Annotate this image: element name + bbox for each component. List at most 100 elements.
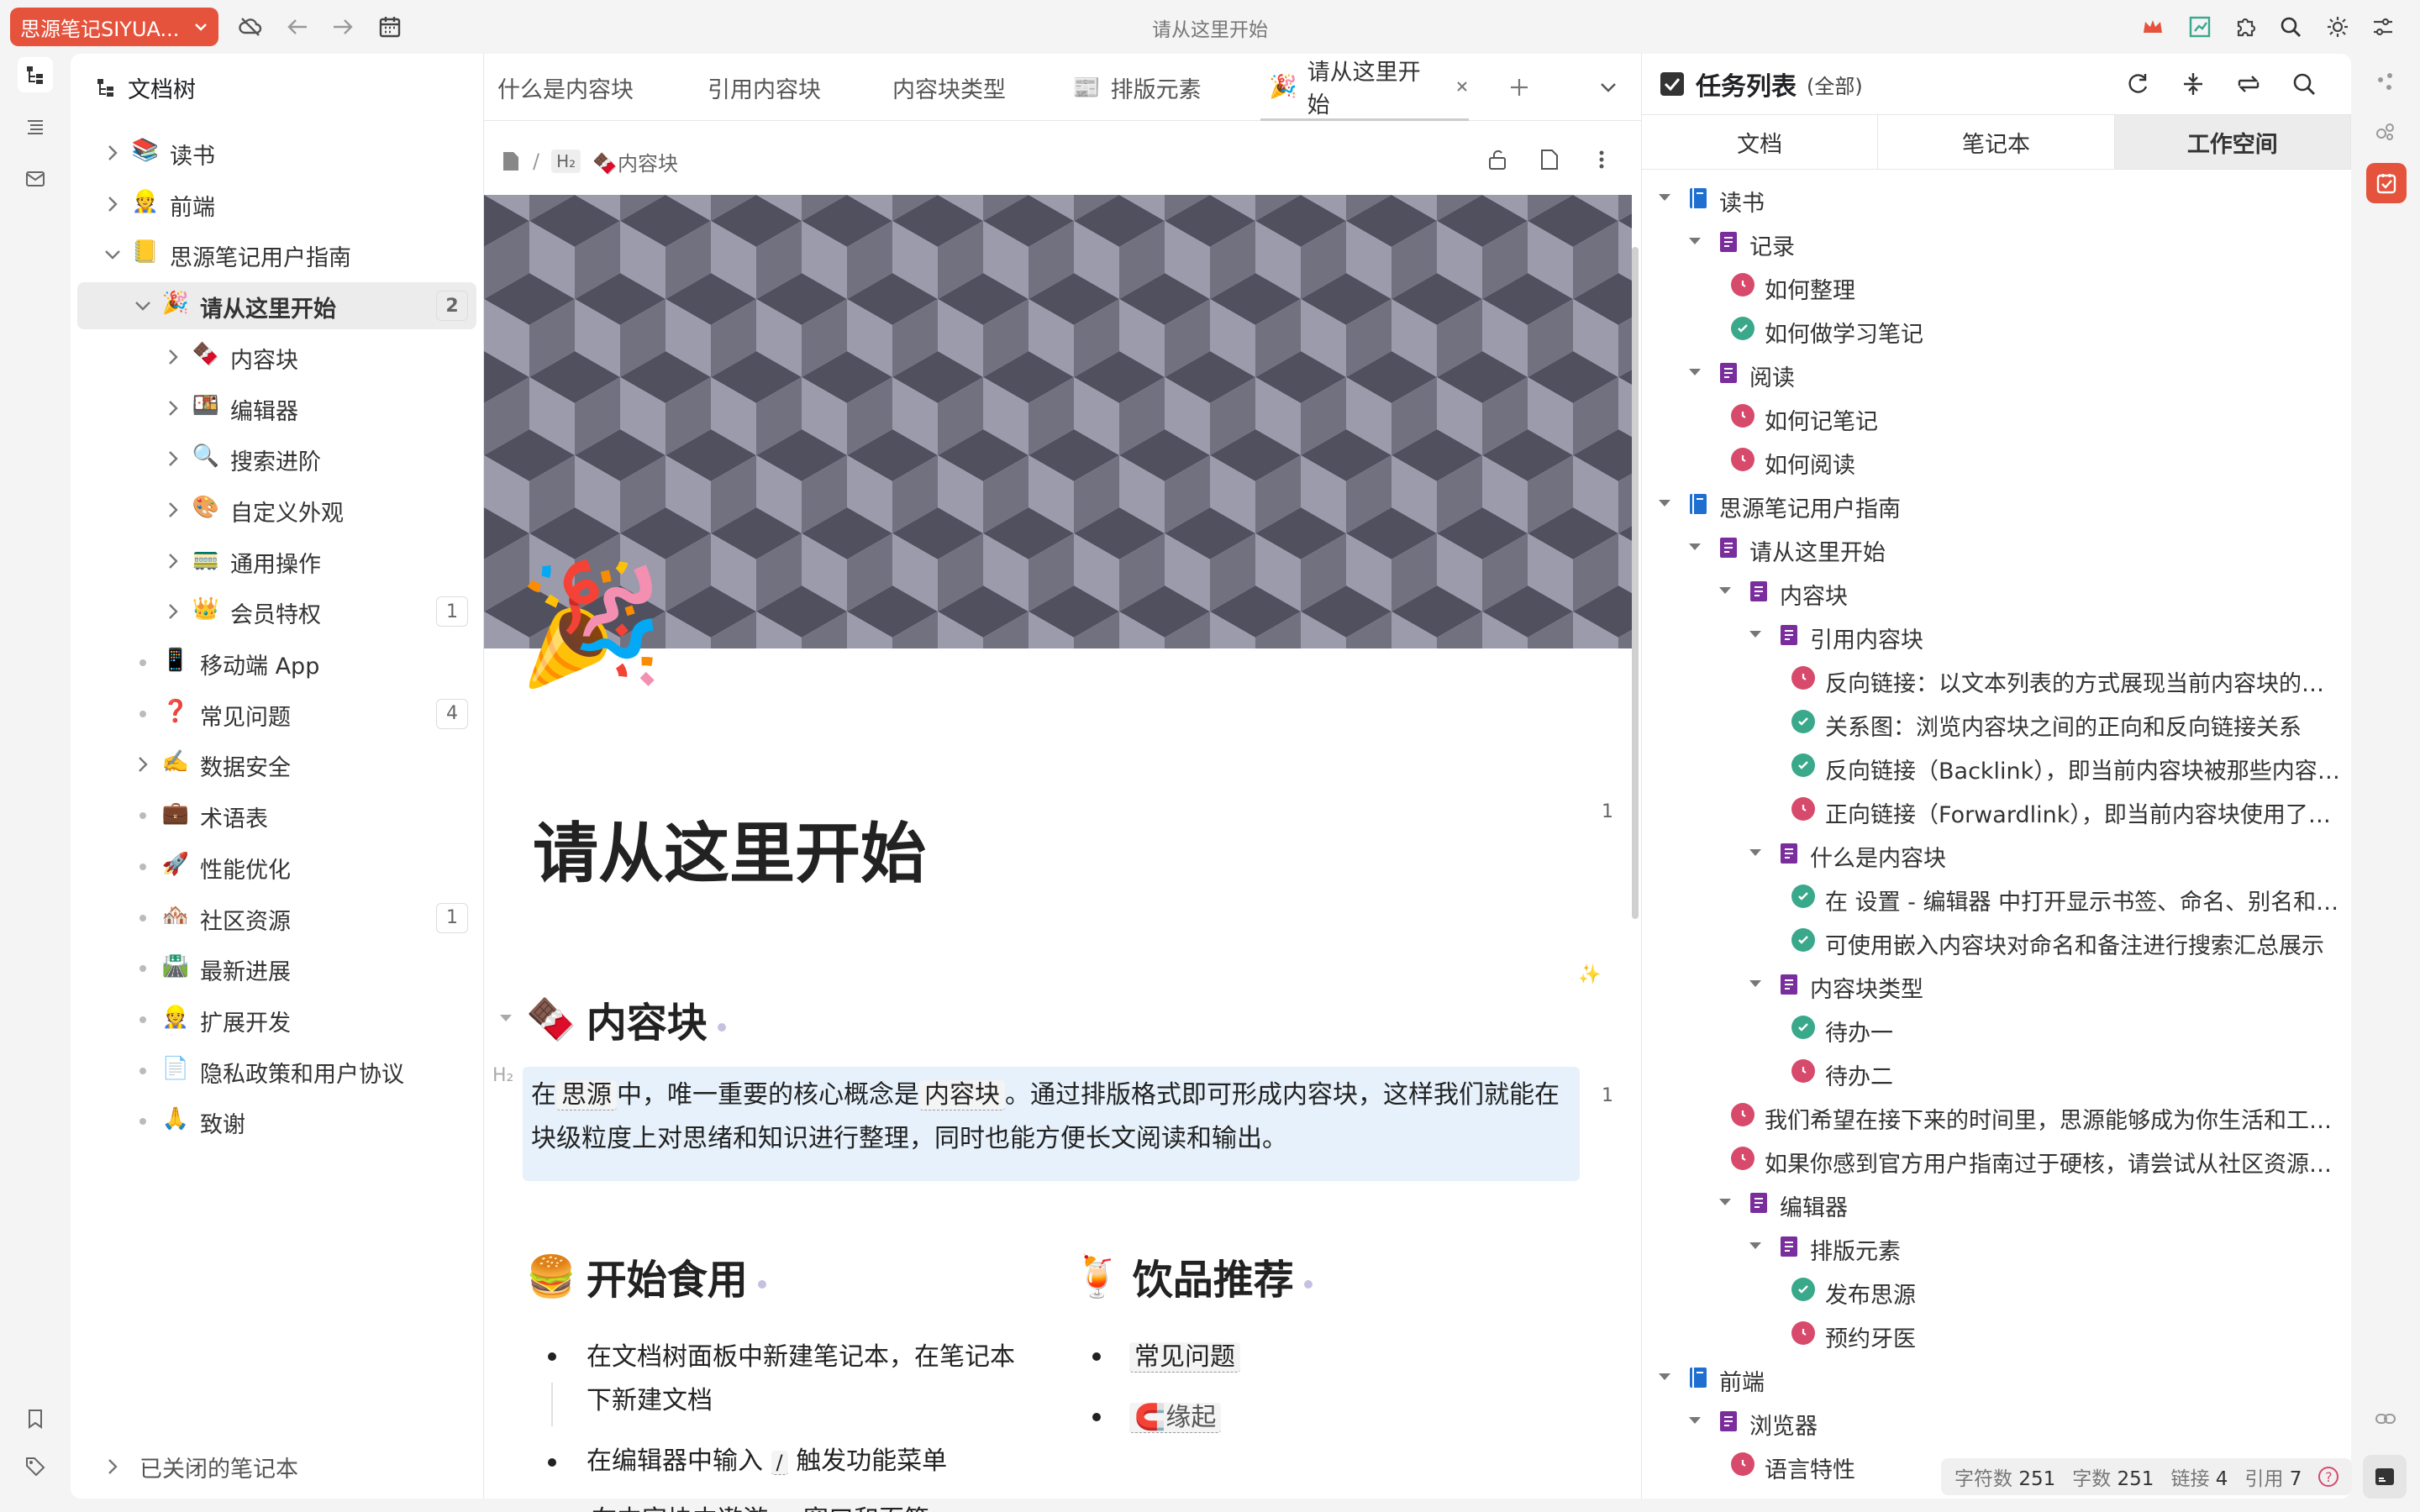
task-row[interactable]: 发布思源 [1642, 1268, 2348, 1312]
task-row[interactable]: 可使用嵌入内容块对命名和备注进行搜索汇总展示 [1642, 919, 2348, 963]
chevron-down-icon[interactable] [1746, 974, 1765, 993]
chevron-down-icon[interactable] [1686, 538, 1704, 556]
ref-siyuan[interactable]: 思源 [556, 1080, 617, 1110]
tree-item[interactable]: 👷 扩展开发 [77, 996, 476, 1043]
tab-notebook[interactable]: 笔记本 [1878, 115, 2115, 169]
chevron-down-icon[interactable] [1746, 1236, 1765, 1255]
doc-title[interactable]: 请从这里开始 [533, 801, 926, 895]
tab-ref-block[interactable]: 引用内容块 [708, 54, 821, 121]
task-row[interactable]: 编辑器 [1642, 1181, 2348, 1225]
chevron-down-icon[interactable] [103, 244, 123, 265]
tree-item[interactable]: 🚀 性能优化 [77, 843, 476, 890]
forward-arrow-icon[interactable] [328, 12, 358, 42]
tree-item[interactable]: 🎨 自定义外观 [77, 486, 476, 533]
chevron-right-icon[interactable] [163, 500, 183, 520]
task-row[interactable]: 浏览器 [1642, 1399, 2348, 1443]
heading-drinks[interactable]: 🍹 饮品推荐 [1072, 1247, 1313, 1305]
chevron-right-icon[interactable] [103, 143, 123, 163]
tree-item[interactable]: 🔍 搜索进阶 [77, 435, 476, 482]
task-row[interactable]: 我们希望在接下来的时间里，思源能够成为你生活和工作中的好帮手 [1642, 1094, 2348, 1137]
tab-start-here[interactable]: 🎉 请从这里开始 [1260, 54, 1469, 121]
tree-item[interactable]: 📱 移动端 App [77, 639, 476, 686]
more-vertical-icon[interactable] [1585, 143, 1618, 176]
unlock-icon[interactable] [1481, 143, 1514, 176]
chevron-down-icon[interactable] [1746, 625, 1765, 643]
task-row[interactable]: 反向链接：以文本列表的方式展现当前内容块的反向链接关系 [1642, 657, 2348, 701]
tree-item[interactable]: 🚃 通用操作 [77, 538, 476, 585]
ref-count-badge[interactable]: 1 [436, 596, 468, 627]
sparkle-icon[interactable]: ✨ [1578, 964, 1601, 985]
calendar-icon[interactable] [375, 12, 405, 42]
chevron-down-icon[interactable] [1593, 72, 1623, 102]
list-item[interactable]: 🧲缘起 [1129, 1396, 1222, 1440]
chevron-right-icon[interactable] [133, 754, 153, 774]
fold-arrow-icon[interactable] [496, 1008, 516, 1028]
graph-dots-icon[interactable] [2368, 64, 2403, 99]
task-row[interactable]: 如何整理 [1642, 264, 2348, 307]
list-item[interactable]: 在编辑器中输入 / 触发功能菜单 [587, 1440, 947, 1484]
task-row[interactable]: 关系图：浏览内容块之间的正向和反向链接关系 [1642, 701, 2348, 744]
crown-icon[interactable] [2138, 12, 2168, 42]
task-row[interactable]: 正向链接（Forwardlink），即当前内容块使用了哪些引用 [1642, 788, 2348, 832]
chevron-down-icon[interactable] [1655, 188, 1674, 207]
refresh-icon[interactable] [2121, 67, 2154, 101]
chart-grid-icon[interactable] [2185, 12, 2215, 42]
chevron-right-icon[interactable] [163, 601, 183, 622]
tree-item[interactable]: 👷 前端 [77, 181, 476, 228]
task-row[interactable]: 前端 [1642, 1356, 2348, 1399]
task-row[interactable]: 反向链接（Backlink），即当前内容块被那些内容块引用 [1642, 744, 2348, 788]
chevron-down-icon[interactable] [1686, 363, 1704, 381]
heading-content-block[interactable]: 🍫 内容块 [526, 990, 726, 1048]
search-icon[interactable] [2287, 67, 2321, 101]
tag-icon[interactable] [18, 1448, 53, 1483]
tree-item[interactable]: ✍️ 数据安全 [77, 741, 476, 788]
link-icon[interactable] [2368, 1401, 2403, 1436]
tree-item[interactable]: 📚 读书 [77, 129, 476, 176]
task-row[interactable]: 待办一 [1642, 1006, 2348, 1050]
tree-item[interactable]: ❓ 常见问题 4 [77, 690, 476, 738]
back-arrow-icon[interactable] [282, 12, 313, 42]
list-item[interactable]: 在内容块中遨游、窗口和页签 [587, 1499, 934, 1512]
ref-content-block[interactable]: 内容块 [919, 1080, 1005, 1110]
task-row[interactable]: 请从这里开始 [1642, 526, 2348, 570]
task-row[interactable]: 引用内容块 [1642, 613, 2348, 657]
tree-item[interactable]: 📄 隐私政策和用户协议 [77, 1047, 476, 1095]
task-row[interactable]: 读书 [1642, 176, 2348, 220]
swap-icon[interactable] [2232, 67, 2265, 101]
chevron-down-icon[interactable] [1716, 1193, 1734, 1211]
tab-what-is-block[interactable]: 什么是内容块 [497, 54, 634, 121]
tree-item[interactable]: 🍱 编辑器 [77, 385, 476, 432]
task-row[interactable]: 如果你感到官方用户指南过于硬核，请尝试从社区资源中寻找 [1642, 1137, 2348, 1181]
task-row[interactable]: 记录 [1642, 220, 2348, 264]
chevron-down-icon[interactable] [1746, 843, 1765, 862]
chevron-right-icon[interactable] [163, 551, 183, 571]
inbox-mail-icon[interactable] [18, 161, 53, 197]
breadcrumb-current[interactable]: 🍫内容块 [592, 147, 678, 176]
chevron-right-icon[interactable] [103, 194, 123, 214]
sun-theme-icon[interactable] [2323, 12, 2353, 42]
document-info-icon[interactable] [1533, 143, 1566, 176]
new-tab-plus-icon[interactable] [1504, 72, 1534, 102]
list-item[interactable]: 在文档树面板中新建笔记本，在笔记本 下新建文档 [587, 1336, 1057, 1423]
doc-icon[interactable] [501, 150, 521, 172]
close-tab-icon[interactable] [1455, 80, 1469, 93]
chevron-down-icon[interactable] [133, 296, 153, 316]
heading-start[interactable]: 🍔 开始食用 [526, 1247, 766, 1305]
tab-document[interactable]: 文档 [1642, 115, 1879, 169]
tree-item[interactable]: 🛣️ 最新进展 [77, 945, 476, 992]
tree-item[interactable]: 🍫 内容块 [77, 333, 476, 381]
bookmark-icon[interactable] [18, 1401, 53, 1436]
closed-notebooks[interactable]: 已关闭的笔记本 [77, 1443, 476, 1490]
tree-item[interactable]: 👑 会员特权 1 [77, 588, 476, 635]
tree-item[interactable]: 📒 思源笔记用户指南 [77, 231, 476, 278]
global-graph-icon[interactable] [2368, 114, 2403, 150]
tab-typography[interactable]: 📰 排版元素 [1072, 54, 1202, 121]
plugin-icon[interactable] [2230, 12, 2260, 42]
chevron-down-icon[interactable] [1655, 1368, 1674, 1386]
doc-emoji-icon[interactable]: 🎉 [518, 566, 664, 684]
editor-scrollbar[interactable] [1632, 247, 1639, 919]
settings-sliders-icon[interactable] [2368, 12, 2398, 42]
block-count-badge[interactable]: 1 [1602, 801, 1613, 822]
workspace-button[interactable]: 思源笔记SIYUA... [10, 8, 218, 46]
intro-paragraph[interactable]: 在思源 中，唯一重要的核心概念是 内容块 。通过排版格式即可形成内容块，这样我们就能在… [523, 1067, 1580, 1181]
